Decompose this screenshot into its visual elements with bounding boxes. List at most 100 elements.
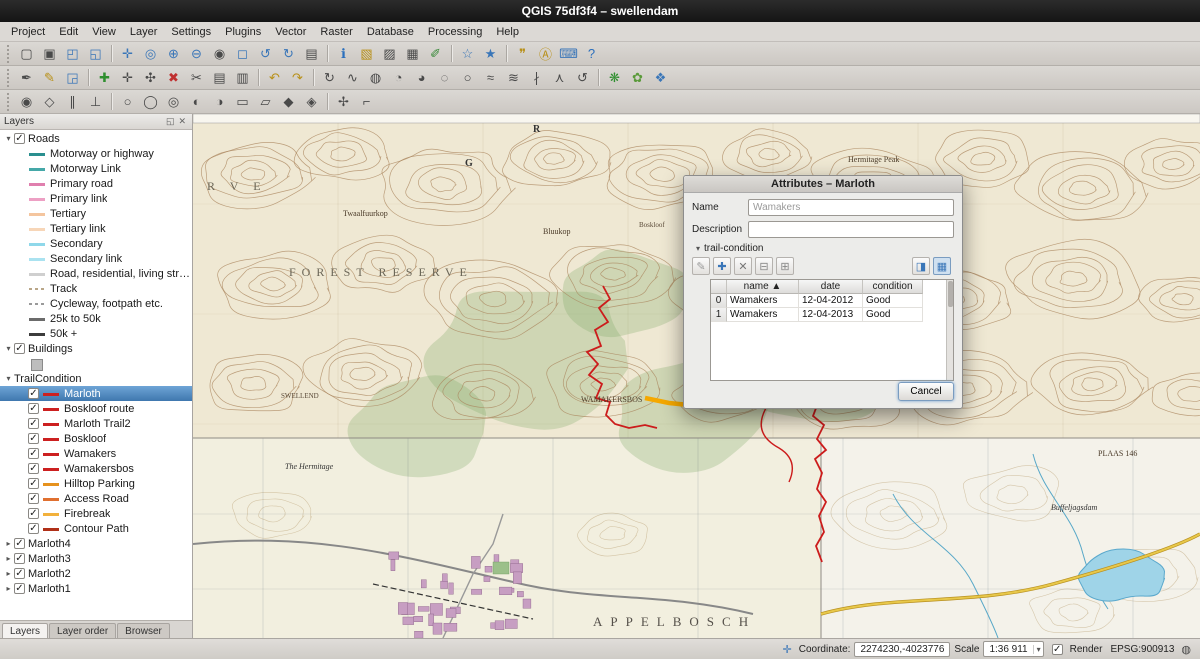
description-input[interactable]	[748, 221, 954, 238]
pan-to-selection-icon[interactable]: ◎	[140, 43, 161, 64]
layer-item-boskloof-route[interactable]: ✓Boskloof route	[0, 401, 192, 416]
offset-curve-icon[interactable]: ≋	[503, 67, 524, 88]
layer-item-50k[interactable]: 50k +	[0, 326, 192, 341]
panel-tab-layer-order[interactable]: Layer order	[49, 623, 116, 638]
layer-checkbox[interactable]: ✓	[28, 508, 39, 519]
trim-extend-icon[interactable]: ⌐	[356, 91, 377, 112]
cut-features-icon[interactable]: ✂	[186, 67, 207, 88]
copy-features-icon[interactable]: ▤	[209, 67, 230, 88]
layer-item-25k-to-50k[interactable]: 25k to 50k	[0, 311, 192, 326]
menu-settings[interactable]: Settings	[164, 24, 218, 40]
expander-icon[interactable]: ▾	[3, 374, 14, 383]
parallel-line-icon[interactable]: ∥	[62, 91, 83, 112]
paste-features-icon[interactable]: ▥	[232, 67, 253, 88]
form-view-icon[interactable]: ◨	[912, 257, 930, 275]
edit-record-icon[interactable]: ✎	[692, 257, 710, 275]
layer-checkbox[interactable]: ✓	[28, 433, 39, 444]
expander-icon[interactable]: ▾	[3, 134, 14, 143]
cancel-button[interactable]: Cancel	[898, 382, 954, 401]
layer-item-marloth3[interactable]: ▸✓Marloth3	[0, 551, 192, 566]
layer-item-marloth2[interactable]: ▸✓Marloth2	[0, 566, 192, 581]
undo-icon[interactable]: ↶	[264, 67, 285, 88]
layer-checkbox[interactable]: ✓	[14, 538, 25, 549]
toolbar-handle[interactable]	[7, 69, 12, 87]
identify-features-icon[interactable]: ℹ	[333, 43, 354, 64]
layer-item-marloth[interactable]: ✓Marloth	[0, 386, 192, 401]
table-cell[interactable]: Good	[863, 294, 923, 308]
layer-item-trailcondition[interactable]: ▾TrailCondition	[0, 371, 192, 386]
open-project-icon[interactable]: ▣	[39, 43, 60, 64]
coordinate-value[interactable]: 2274230,-4023776	[854, 642, 950, 657]
menu-database[interactable]: Database	[360, 24, 421, 40]
ellipse-center-icon[interactable]: ◐	[186, 91, 207, 112]
rectangle-extent-icon[interactable]: ▭	[232, 91, 253, 112]
layer-item-symbol[interactable]	[0, 356, 192, 371]
layer-checkbox[interactable]: ✓	[14, 133, 25, 144]
regular-polygon-icon[interactable]: ◆	[278, 91, 299, 112]
menu-vector[interactable]: Vector	[268, 24, 313, 40]
menu-view[interactable]: View	[85, 24, 123, 40]
zoom-to-layer-icon[interactable]: ▤	[301, 43, 322, 64]
section-expander-icon[interactable]: ▾	[692, 244, 704, 253]
layer-checkbox[interactable]: ✓	[28, 403, 39, 414]
new-project-icon[interactable]: ▢	[16, 43, 37, 64]
layer-checkbox[interactable]: ✓	[28, 493, 39, 504]
construction-mode-icon[interactable]: ◇	[39, 91, 60, 112]
circle-2points-icon[interactable]: ○	[117, 91, 138, 112]
add-record-icon[interactable]: ✚	[713, 257, 731, 275]
layer-item-primary-road[interactable]: Primary road	[0, 176, 192, 191]
expander-icon[interactable]: ▸	[3, 569, 14, 578]
expander-icon[interactable]: ▾	[3, 344, 14, 353]
node-tool-icon[interactable]: ✣	[140, 67, 161, 88]
delete-record-icon[interactable]: ✕	[734, 257, 752, 275]
crs-status-icon[interactable]: ◍	[1181, 643, 1191, 656]
redo-icon[interactable]: ↷	[287, 67, 308, 88]
layer-item-hilltop-parking[interactable]: ✓Hilltop Parking	[0, 476, 192, 491]
layer-checkbox[interactable]: ✓	[28, 523, 39, 534]
row-index[interactable]: 1	[711, 308, 727, 322]
zoom-in-icon[interactable]: ⊕	[163, 43, 184, 64]
column-header-condition[interactable]: condition	[863, 280, 923, 294]
panel-tab-layers[interactable]: Layers	[2, 623, 48, 638]
menu-project[interactable]: Project	[4, 24, 52, 40]
render-checkbox[interactable]: ✓	[1052, 644, 1063, 655]
layer-item-marloth-trail2[interactable]: ✓Marloth Trail2	[0, 416, 192, 431]
zoom-last-icon[interactable]: ↺	[255, 43, 276, 64]
layer-item-secondary-link[interactable]: Secondary link	[0, 251, 192, 266]
python-console-icon[interactable]: ⌨	[558, 43, 579, 64]
grass-tools-icon[interactable]: ✿	[627, 67, 648, 88]
layer-item-tertiary[interactable]: Tertiary	[0, 206, 192, 221]
save-project-icon[interactable]: ◰	[62, 43, 83, 64]
expand-record-icon[interactable]: ⊞	[776, 257, 794, 275]
table-view-icon[interactable]: ▦	[933, 257, 951, 275]
layer-item-road-residential-living-street-etc[interactable]: Road, residential, living street, etc.	[0, 266, 192, 281]
layer-item-wamakers[interactable]: ✓Wamakers	[0, 446, 192, 461]
zoom-out-icon[interactable]: ⊖	[186, 43, 207, 64]
circle-center-icon[interactable]: ◎	[163, 91, 184, 112]
save-layer-edits-icon[interactable]: ◲	[62, 67, 83, 88]
layer-item-marloth4[interactable]: ▸✓Marloth4	[0, 536, 192, 551]
menu-raster[interactable]: Raster	[313, 24, 359, 40]
perpendicular-line-icon[interactable]: ⊥	[85, 91, 106, 112]
add-ring-icon[interactable]: ◍	[365, 67, 386, 88]
add-part-icon[interactable]: ◔	[388, 67, 409, 88]
layer-item-motorway-or-highway[interactable]: Motorway or highway	[0, 146, 192, 161]
table-cell[interactable]: 12-04-2012	[799, 294, 863, 308]
split-features-icon[interactable]: ∤	[526, 67, 547, 88]
add-feature-icon[interactable]: ✚	[94, 67, 115, 88]
layer-item-boskloof[interactable]: ✓Boskloof	[0, 431, 192, 446]
layer-checkbox[interactable]: ✓	[14, 568, 25, 579]
name-input[interactable]	[748, 199, 954, 216]
current-edits-icon[interactable]: ✒	[16, 67, 37, 88]
dialog-title-bar[interactable]: Attributes – Marloth	[684, 176, 962, 193]
attribute-table[interactable]: name ▲datecondition0Wamakers12-04-2012Go…	[710, 279, 954, 381]
delete-ring-icon[interactable]: ◌	[434, 67, 455, 88]
pan-map-icon[interactable]: ✛	[117, 43, 138, 64]
close-panel-icon[interactable]: ✕	[176, 116, 188, 127]
show-bookmarks-icon[interactable]: ★	[480, 43, 501, 64]
move-annotation-icon[interactable]: ✢	[333, 91, 354, 112]
layer-item-roads[interactable]: ▾✓Roads	[0, 131, 192, 146]
ellipse-extent-icon[interactable]: ◑	[209, 91, 230, 112]
expander-icon[interactable]: ▸	[3, 554, 14, 563]
help-contents-icon[interactable]: ?	[581, 43, 602, 64]
